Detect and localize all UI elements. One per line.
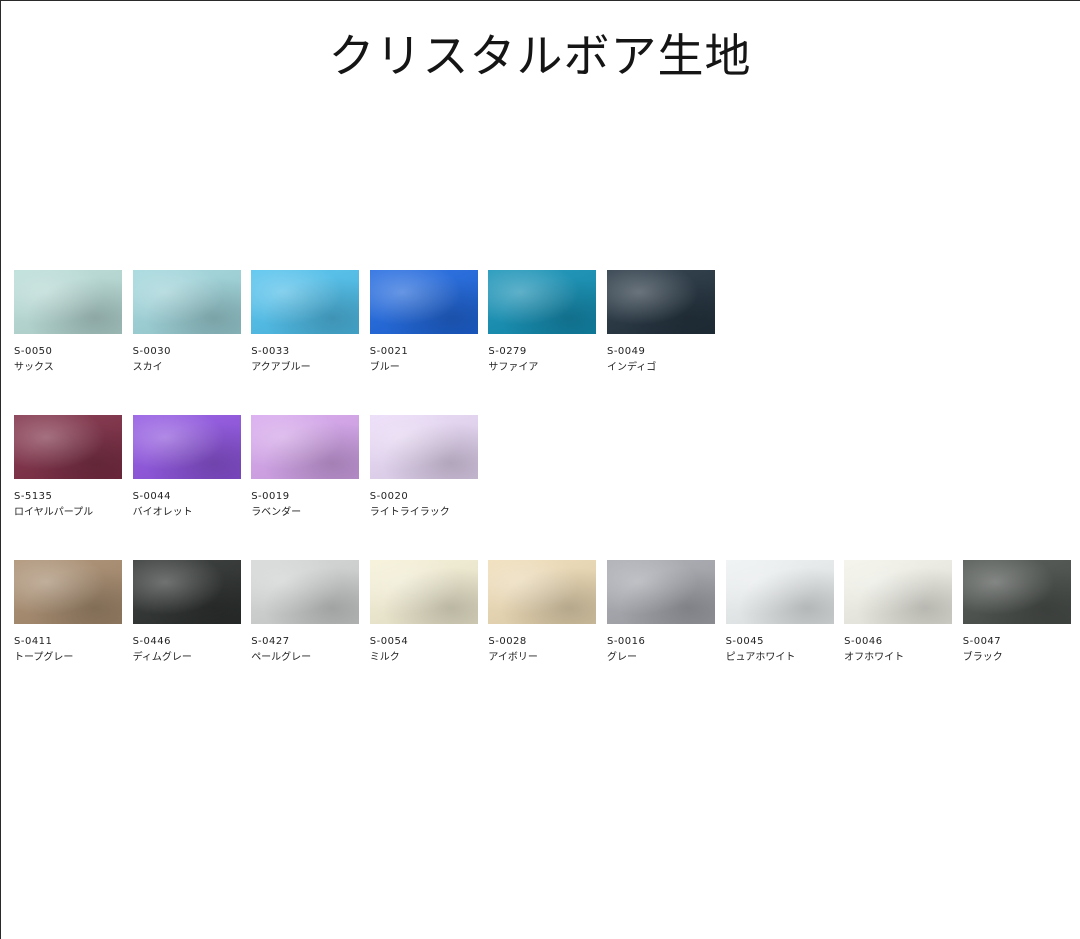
fabric-color-chip[interactable] [369, 560, 478, 624]
swatch-item[interactable]: S-0019 ラベンダー [251, 415, 360, 519]
swatch-color-name: ピュアホワイト [725, 652, 796, 663]
swatch-code: S-0016 [606, 636, 646, 647]
swatch-code: S-0279 [488, 346, 527, 357]
swatch-row-blues: S-0050 サックス S-0030 スカイ S-0033 アクアブルー S-0021 ブルー… [14, 270, 726, 374]
swatch-color-name: アイボリー [488, 652, 538, 663]
swatch-color-name: ディムグレー [132, 652, 192, 663]
fabric-color-chip[interactable] [606, 560, 715, 624]
swatch-item[interactable]: S-0045 ピュアホワイト [725, 560, 834, 664]
swatch-color-name: ロイヤルパープル [14, 507, 94, 518]
swatch-color-name: ライトライラック [369, 507, 450, 518]
swatch-item[interactable]: S-0016 グレー [606, 560, 715, 664]
fabric-color-chip[interactable] [844, 560, 953, 624]
swatch-item[interactable]: S-0279 サファイア [488, 270, 597, 374]
swatch-item[interactable]: S-0054 ミルク [369, 560, 478, 664]
swatch-item[interactable]: S-0411 トープグレー [14, 560, 122, 664]
swatch-color-name: ペールグレー [251, 652, 312, 663]
swatch-code: S-0033 [251, 346, 290, 357]
swatch-color-name: オフホワイト [844, 652, 905, 663]
swatch-item[interactable]: S-0044 バイオレット [132, 415, 241, 519]
fabric-color-chip[interactable] [251, 270, 360, 334]
swatch-code: S-0019 [251, 491, 290, 502]
fabric-color-chip[interactable] [132, 560, 241, 624]
swatch-color-name: バイオレット [132, 507, 193, 518]
swatch-code: S-0049 [606, 346, 646, 357]
fabric-color-chip[interactable] [725, 560, 834, 624]
fabric-color-chip[interactable] [606, 270, 715, 334]
fabric-color-chip[interactable] [251, 415, 360, 479]
swatch-item[interactable]: S-0446 ディムグレー [132, 560, 241, 664]
swatch-code: S-0020 [369, 491, 409, 502]
fabric-color-chip[interactable] [132, 415, 241, 479]
swatch-code: S-0047 [962, 636, 1002, 647]
swatch-item[interactable]: S-0049 インディゴ [606, 270, 715, 374]
fabric-color-chip[interactable] [251, 560, 360, 624]
fabric-color-chip[interactable] [132, 270, 241, 334]
page-title: クリスタルボア生地 [328, 29, 752, 83]
swatch-item[interactable]: S-0427 ペールグレー [251, 560, 360, 664]
fabric-color-chip[interactable] [14, 270, 122, 334]
swatch-code: S-5135 [14, 491, 53, 502]
swatch-code: S-0411 [14, 636, 53, 647]
swatch-item[interactable]: S-0028 アイボリー [488, 560, 597, 664]
swatch-color-name: ブラック [962, 652, 1003, 663]
swatch-color-name: スカイ [132, 362, 163, 373]
fabric-color-chip[interactable] [962, 560, 1071, 624]
swatch-item[interactable]: S-0020 ライトライラック [369, 415, 478, 519]
swatch-color-name: サファイア [488, 362, 539, 373]
fabric-color-chip[interactable] [14, 560, 122, 624]
swatch-color-name: インディゴ [606, 362, 657, 373]
fabric-color-chip[interactable] [369, 415, 478, 479]
swatch-code: S-0446 [132, 636, 171, 647]
fabric-color-chip[interactable] [369, 270, 478, 334]
swatch-item[interactable]: S-0046 オフホワイト [844, 560, 953, 664]
swatch-item[interactable]: S-0033 アクアブルー [251, 270, 360, 374]
swatch-code: S-0030 [132, 346, 171, 357]
fabric-color-chip[interactable] [488, 270, 597, 334]
swatch-row-neutrals: S-0411 トープグレー S-0446 ディムグレー S-0427 ペールグレー S-00… [14, 560, 1080, 664]
swatch-color-name: アクアブルー [251, 362, 311, 373]
swatch-code: S-0046 [844, 636, 883, 647]
fabric-color-chip[interactable] [14, 415, 122, 479]
swatch-code: S-0427 [251, 636, 290, 647]
swatch-color-name: ブルー [369, 362, 400, 373]
swatch-color-name: トープグレー [14, 652, 74, 663]
swatch-item[interactable]: S-0030 スカイ [132, 270, 241, 374]
swatch-row-purples: S-5135 ロイヤルパープル S-0044 バイオレット S-0019 ラベンダー S-0… [14, 415, 488, 519]
swatch-code: S-0050 [14, 346, 53, 357]
swatch-code: S-0045 [725, 636, 764, 647]
swatch-item[interactable]: S-0021 ブルー [369, 270, 478, 374]
swatch-color-name: ミルク [369, 652, 400, 663]
swatch-color-name: ラベンダー [251, 507, 302, 518]
swatch-code: S-0044 [132, 491, 171, 502]
swatch-item[interactable]: S-5135 ロイヤルパープル [14, 415, 122, 519]
swatch-item[interactable]: S-0050 サックス [14, 270, 122, 374]
swatch-code: S-0021 [369, 346, 409, 357]
swatch-code: S-0028 [488, 636, 527, 647]
swatch-color-name: サックス [14, 362, 54, 373]
swatch-color-name: グレー [606, 652, 637, 663]
fabric-color-chip[interactable] [488, 560, 597, 624]
swatch-code: S-0054 [369, 636, 409, 647]
swatch-item[interactable]: S-0047 ブラック [962, 560, 1071, 664]
